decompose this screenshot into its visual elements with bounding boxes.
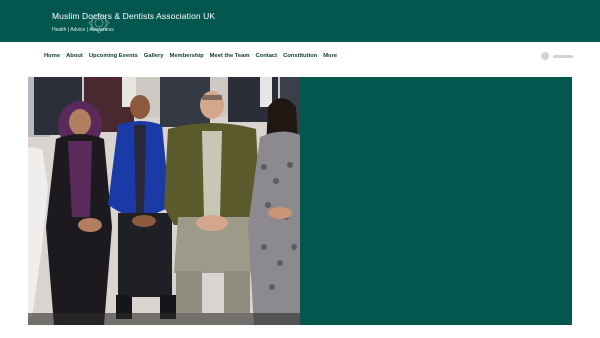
site-tagline: Health | Advice | Awareness bbox=[52, 27, 114, 33]
main-navigation: Home About Upcoming Events Gallery Membe… bbox=[0, 42, 600, 72]
hero-section bbox=[28, 77, 572, 325]
site-header: Muslim Doctors & Dentists Association UK… bbox=[0, 0, 600, 42]
nav-item-meet-the-team[interactable]: Meet the Team bbox=[210, 53, 250, 59]
toggle-switch-knob[interactable] bbox=[541, 52, 549, 60]
team-group-photo bbox=[28, 77, 300, 325]
nav-item-more[interactable]: More bbox=[323, 53, 337, 59]
site-title[interactable]: Muslim Doctors & Dentists Association UK bbox=[52, 11, 215, 21]
nav-item-about[interactable]: About bbox=[66, 53, 83, 59]
nav-item-constitution[interactable]: Constitution bbox=[283, 53, 317, 59]
nav-item-membership[interactable]: Membership bbox=[170, 53, 204, 59]
nav-item-contact[interactable]: Contact bbox=[256, 53, 278, 59]
nav-item-gallery[interactable]: Gallery bbox=[144, 53, 164, 59]
nav-menu: Home About Upcoming Events Gallery Membe… bbox=[44, 53, 337, 59]
toggle-switch-track[interactable] bbox=[553, 55, 573, 58]
nav-item-home[interactable]: Home bbox=[44, 53, 60, 59]
nav-item-upcoming-events[interactable]: Upcoming Events bbox=[89, 53, 138, 59]
